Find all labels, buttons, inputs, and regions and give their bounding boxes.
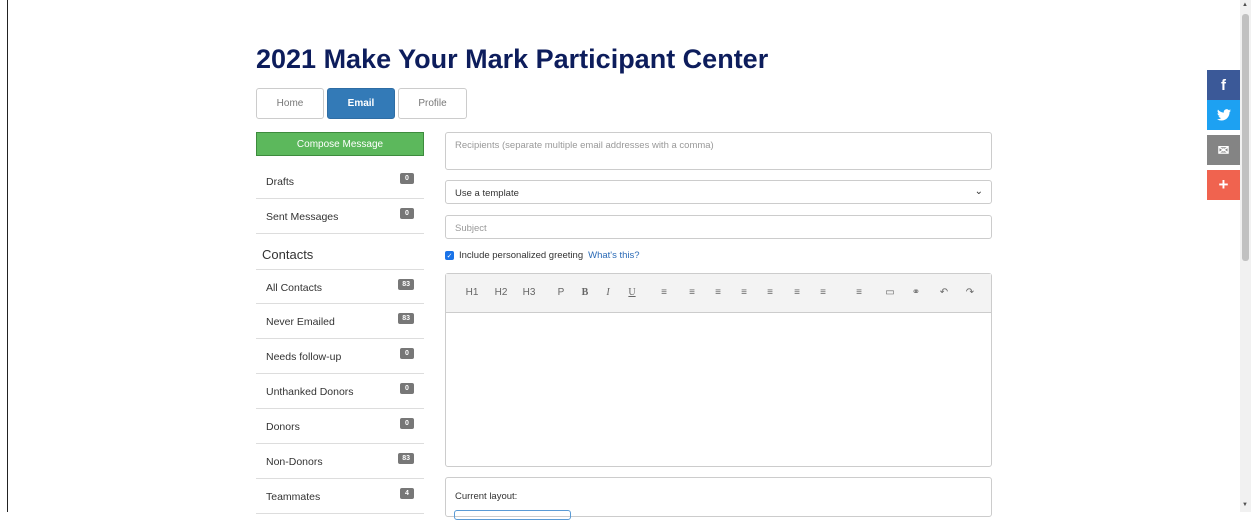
whats-this-link[interactable]: What's this?	[588, 250, 639, 261]
template-select-value: Use a template	[455, 188, 519, 199]
image-icon[interactable]: ▭	[882, 287, 898, 298]
scroll-up-icon[interactable]: ▲	[1242, 2, 1248, 8]
greeting-checkbox[interactable]: ✓	[445, 251, 454, 260]
undo-icon[interactable]: ↶	[936, 287, 952, 298]
left-border	[7, 0, 8, 512]
scroll-down-icon[interactable]: ▼	[1242, 502, 1248, 508]
tab-email[interactable]: Email	[327, 88, 395, 119]
compose-message-button[interactable]: Compose Message	[256, 132, 424, 156]
scrollbar[interactable]: ▲ ▼	[1240, 0, 1251, 512]
scrollbar-thumb[interactable]	[1242, 14, 1249, 261]
greeting-option: ✓ Include personalized greeting What's t…	[445, 250, 640, 261]
sidebar-item-label: All Contacts	[266, 282, 323, 294]
heading-1-button[interactable]: H1	[464, 287, 480, 298]
italic-button[interactable]: I	[600, 287, 616, 298]
recipients-input[interactable]: Recipients (separate multiple email addr…	[445, 132, 992, 170]
sidebar-item-all-contacts[interactable]: All Contacts 83	[256, 269, 424, 304]
page-title: 2021 Make Your Mark Participant Center	[256, 44, 769, 74]
count-badge: 0	[400, 173, 414, 184]
template-select[interactable]: Use a template ⌄	[445, 180, 992, 204]
count-badge: 83	[398, 279, 414, 290]
sidebar-item-label: Drafts	[266, 176, 295, 188]
editor-toolbar: H1 H2 H3 P B I U ≡ ≡ ≡ ≡ ≡ ≡ ≡ ≡ ▭ ⚭ ↶ ↷	[446, 274, 991, 313]
sidebar-item-label: Never Emailed	[266, 316, 335, 328]
facebook-icon[interactable]: f	[1207, 70, 1240, 100]
sidebar-item-donors[interactable]: Donors 0	[256, 409, 424, 444]
sidebar-item-label: Donors	[266, 421, 300, 433]
underline-button[interactable]: U	[624, 287, 640, 298]
sidebar-item-sent-messages[interactable]: Sent Messages 0	[256, 199, 424, 234]
paragraph-button[interactable]: P	[553, 287, 569, 298]
count-badge: 0	[400, 208, 414, 219]
message-body[interactable]	[446, 314, 991, 466]
sidebar-item-unthanked-donors[interactable]: Unthanked Donors 0	[256, 374, 424, 409]
tab-home[interactable]: Home	[256, 88, 324, 119]
count-badge: 0	[400, 418, 414, 429]
indent-icon[interactable]: ≡	[851, 287, 867, 298]
twitter-icon[interactable]	[1207, 100, 1240, 130]
count-badge: 4	[400, 488, 414, 499]
count-badge: 0	[400, 383, 414, 394]
contacts-heading: Contacts	[262, 247, 314, 262]
count-badge: 83	[398, 313, 414, 324]
sidebar-item-label: Needs follow-up	[266, 351, 342, 363]
tab-profile[interactable]: Profile	[398, 88, 467, 119]
sidebar-item-label: Unthanked Donors	[266, 386, 354, 398]
sidebar-item-teammates[interactable]: Teammates 4	[256, 479, 424, 514]
sidebar-item-label: Sent Messages	[266, 211, 339, 223]
chevron-down-icon: ⌄	[974, 186, 983, 197]
greeting-label: Include personalized greeting	[459, 250, 584, 261]
subject-input[interactable]: Subject	[445, 215, 992, 239]
heading-2-button[interactable]: H2	[493, 287, 509, 298]
justify-icon[interactable]: ≡	[789, 287, 805, 298]
count-badge: 0	[400, 348, 414, 359]
numbered-list-icon[interactable]: ≡	[684, 287, 700, 298]
count-badge: 83	[398, 453, 414, 464]
sidebar-item-label: Non-Donors	[266, 456, 323, 468]
align-right-icon[interactable]: ≡	[762, 287, 778, 298]
link-icon[interactable]: ⚭	[908, 287, 924, 298]
layout-panel: Current layout:	[445, 477, 992, 520]
sidebar-item-needs-follow-up[interactable]: Needs follow-up 0	[256, 339, 424, 374]
layout-label: Current layout:	[455, 491, 518, 502]
heading-3-button[interactable]: H3	[521, 287, 537, 298]
more-share-icon[interactable]: +	[1207, 170, 1240, 200]
email-icon[interactable]: ✉	[1207, 135, 1240, 165]
sidebar-item-label: Teammates	[266, 491, 321, 503]
redo-icon[interactable]: ↷	[962, 287, 978, 298]
message-editor: H1 H2 H3 P B I U ≡ ≡ ≡ ≡ ≡ ≡ ≡ ≡ ▭ ⚭ ↶ ↷	[445, 273, 992, 467]
align-center-icon[interactable]: ≡	[736, 287, 752, 298]
bold-button[interactable]: B	[577, 287, 593, 298]
bullet-list-icon[interactable]: ≡	[656, 287, 672, 298]
sidebar-item-drafts[interactable]: Drafts 0	[256, 164, 424, 199]
sidebar-item-non-donors[interactable]: Non-Donors 83	[256, 444, 424, 479]
align-left-icon[interactable]: ≡	[710, 287, 726, 298]
outdent-icon[interactable]: ≡	[815, 287, 831, 298]
sidebar-item-never-emailed[interactable]: Never Emailed 83	[256, 304, 424, 339]
